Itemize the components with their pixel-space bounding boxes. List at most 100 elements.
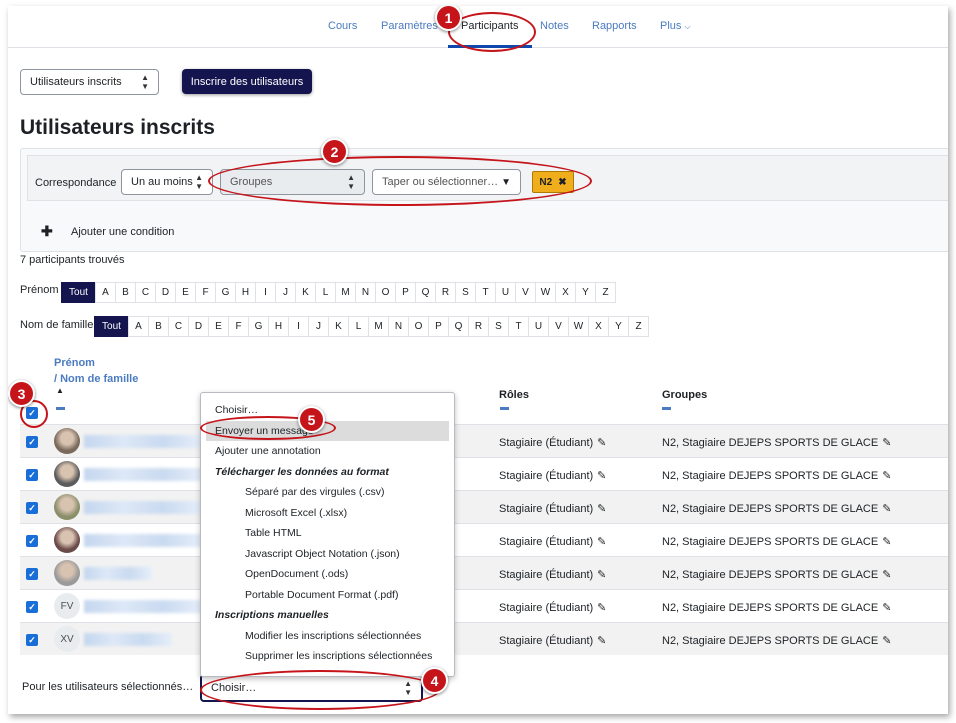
blurred-user-name[interactable] — [84, 600, 202, 613]
avatar[interactable] — [54, 428, 80, 454]
avatar[interactable] — [54, 461, 80, 487]
lastname-initial-s[interactable]: S — [488, 316, 509, 337]
avatar[interactable] — [54, 494, 80, 520]
lastname-initial-k[interactable]: K — [328, 316, 349, 337]
edit-pencil-icon[interactable]: ✎ — [597, 601, 606, 614]
firstname-initial-x[interactable]: X — [555, 282, 576, 303]
firstname-initial-i[interactable]: I — [255, 282, 276, 303]
plus-icon[interactable]: ✚ — [41, 223, 53, 240]
dropdown-option[interactable]: OpenDocument (.ods) — [201, 564, 454, 584]
enrol-users-button[interactable]: Inscrire des utilisateurs — [182, 69, 312, 94]
row-select-checkbox[interactable]: ✓ — [26, 634, 38, 646]
firstname-initial-m[interactable]: M — [335, 282, 356, 303]
lastname-initial-r[interactable]: R — [468, 316, 489, 337]
dropdown-option[interactable]: Ajouter une annotation — [201, 441, 454, 461]
lastname-initial-f[interactable]: F — [228, 316, 249, 337]
dropdown-option[interactable]: Modifier les inscriptions sélectionnées — [201, 626, 454, 646]
firstname-initial-y[interactable]: Y — [575, 282, 596, 303]
firstname-initial-u[interactable]: U — [495, 282, 516, 303]
lastname-initial-w[interactable]: W — [568, 316, 589, 337]
tab-plus[interactable]: Plus ⌵ — [660, 20, 691, 32]
dropdown-option[interactable]: Table HTML — [201, 523, 454, 543]
blurred-user-name[interactable] — [84, 633, 172, 646]
sort-firstname-link[interactable]: Prénom — [54, 357, 95, 369]
edit-pencil-icon[interactable]: ✎ — [882, 535, 891, 548]
tab-cours[interactable]: Cours — [328, 20, 357, 32]
firstname-initial-v[interactable]: V — [515, 282, 536, 303]
blurred-user-name[interactable] — [84, 435, 202, 448]
firstname-initial-c[interactable]: C — [135, 282, 156, 303]
lastname-initial-q[interactable]: Q — [448, 316, 469, 337]
firstname-initial-d[interactable]: D — [155, 282, 176, 303]
lastname-initial-t[interactable]: T — [508, 316, 529, 337]
edit-pencil-icon[interactable]: ✎ — [882, 469, 891, 482]
firstname-initial-b[interactable]: B — [115, 282, 136, 303]
edit-pencil-icon[interactable]: ✎ — [882, 601, 891, 614]
blurred-user-name[interactable] — [84, 468, 202, 481]
edit-pencil-icon[interactable]: ✎ — [597, 535, 606, 548]
edit-pencil-icon[interactable]: ✎ — [882, 436, 891, 449]
match-select[interactable]: Un au moins ▲ ▼ — [121, 169, 213, 195]
enrolled-users-select[interactable]: Utilisateurs inscrits ▲ ▼ — [20, 69, 159, 95]
add-condition-link[interactable]: Ajouter une condition — [71, 226, 174, 238]
lastname-initial-d[interactable]: D — [188, 316, 209, 337]
edit-pencil-icon[interactable]: ✎ — [882, 502, 891, 515]
lastname-initial-j[interactable]: J — [308, 316, 329, 337]
lastname-initial-g[interactable]: G — [248, 316, 269, 337]
lastname-initial-b[interactable]: B — [148, 316, 169, 337]
firstname-initial-a[interactable]: A — [95, 282, 116, 303]
lastname-initial-v[interactable]: V — [548, 316, 569, 337]
lastname-initial-o[interactable]: O — [408, 316, 429, 337]
blurred-user-name[interactable] — [84, 501, 202, 514]
avatar[interactable] — [54, 527, 80, 553]
firstname-initial-p[interactable]: P — [395, 282, 416, 303]
edit-pencil-icon[interactable]: ✎ — [597, 436, 606, 449]
edit-pencil-icon[interactable]: ✎ — [882, 568, 891, 581]
firstname-initial-q[interactable]: Q — [415, 282, 436, 303]
row-select-checkbox[interactable]: ✓ — [26, 469, 38, 481]
lastname-initial-a[interactable]: A — [128, 316, 149, 337]
tab-rapports[interactable]: Rapports — [592, 20, 637, 32]
row-select-checkbox[interactable]: ✓ — [26, 502, 38, 514]
firstname-initial-g[interactable]: G — [215, 282, 236, 303]
lastname-initial-y[interactable]: Y — [608, 316, 629, 337]
lastname-initial-l[interactable]: L — [348, 316, 369, 337]
firstname-initial-o[interactable]: O — [375, 282, 396, 303]
lastname-initial-p[interactable]: P — [428, 316, 449, 337]
firstname-initial-s[interactable]: S — [455, 282, 476, 303]
firstname-initial-z[interactable]: Z — [595, 282, 616, 303]
edit-pencil-icon[interactable]: ✎ — [597, 502, 606, 515]
lastname-initial-m[interactable]: M — [368, 316, 389, 337]
lastname-initial-u[interactable]: U — [528, 316, 549, 337]
firstname-initial-j[interactable]: J — [275, 282, 296, 303]
hide-column-icon[interactable] — [56, 407, 65, 410]
row-select-checkbox[interactable]: ✓ — [26, 601, 38, 613]
hide-column-icon[interactable] — [500, 407, 509, 410]
dropdown-option[interactable]: Portable Document Format (.pdf) — [201, 585, 454, 605]
lastname-initial-z[interactable]: Z — [628, 316, 649, 337]
lastname-initial-c[interactable]: C — [168, 316, 189, 337]
firstname-initial-r[interactable]: R — [435, 282, 456, 303]
blurred-user-name[interactable] — [84, 534, 202, 547]
dropdown-option[interactable]: Javascript Object Notation (.json) — [201, 544, 454, 564]
dropdown-option[interactable]: Microsoft Excel (.xlsx) — [201, 503, 454, 523]
firstname-initial-tout[interactable]: Tout — [61, 282, 96, 303]
row-select-checkbox[interactable]: ✓ — [26, 436, 38, 448]
firstname-initial-k[interactable]: K — [295, 282, 316, 303]
blurred-user-name[interactable] — [84, 567, 152, 580]
dropdown-option[interactable]: Séparé par des virgules (.csv) — [201, 482, 454, 502]
firstname-initial-n[interactable]: N — [355, 282, 376, 303]
edit-pencil-icon[interactable]: ✎ — [597, 469, 606, 482]
firstname-initial-t[interactable]: T — [475, 282, 496, 303]
avatar[interactable] — [54, 560, 80, 586]
firstname-initial-e[interactable]: E — [175, 282, 196, 303]
firstname-initial-f[interactable]: F — [195, 282, 216, 303]
hide-column-icon[interactable] — [662, 407, 671, 410]
dropdown-option[interactable]: Supprimer les inscriptions sélectionnées — [201, 646, 454, 666]
firstname-initial-h[interactable]: H — [235, 282, 256, 303]
lastname-initial-n[interactable]: N — [388, 316, 409, 337]
firstname-initial-l[interactable]: L — [315, 282, 336, 303]
row-select-checkbox[interactable]: ✓ — [26, 535, 38, 547]
avatar[interactable]: XV — [54, 626, 80, 652]
edit-pencil-icon[interactable]: ✎ — [882, 634, 891, 647]
